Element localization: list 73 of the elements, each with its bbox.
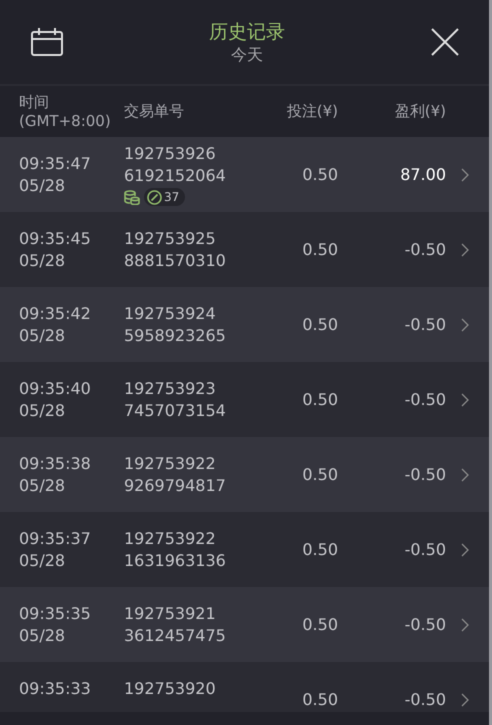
stake-amount: 0.50 (301, 615, 338, 634)
count-badge: 37 (144, 188, 186, 206)
history-row[interactable]: 09:35:38 05/28 192753922 9269794817 0.50 -0.50 (0, 437, 489, 512)
stake-amount: 0.50 (301, 465, 338, 484)
close-icon[interactable] (431, 28, 459, 56)
chevron-right-icon (461, 618, 469, 632)
stake-amount: 0.50 (301, 690, 338, 709)
order-number: 192753921 (124, 602, 217, 624)
chevron-right-icon (461, 318, 469, 332)
order-number: 192753924 (124, 302, 217, 324)
history-row[interactable]: 09:35:33 192753920 0.50 -0.50 (0, 662, 489, 712)
column-header: 交易单号 (124, 102, 185, 121)
order-number: 192753926 (124, 143, 217, 165)
time-text: 09:35:47 (19, 152, 92, 174)
date-subtitle: 今天 (231, 44, 263, 66)
stake-amount: 0.50 (301, 540, 338, 559)
time-text: 09:35:40 (19, 378, 92, 400)
profit-amount: -0.50 (404, 240, 446, 259)
order-number: 192753923 (124, 378, 217, 400)
chevron-right-icon (461, 542, 469, 556)
history-row[interactable]: 09:35:42 05/28 192753924 5958923265 0.50 -0.50 (0, 287, 489, 362)
profit-amount: -0.50 (404, 390, 446, 409)
order-number: 9269794817 (124, 474, 227, 496)
profit-amount: -0.50 (404, 465, 446, 484)
time-text: 09:35:42 (19, 302, 92, 324)
profit-amount: -0.50 (404, 690, 446, 709)
order-number: 192753920 (124, 678, 217, 700)
order-number: 8881570310 (124, 250, 227, 272)
history-row[interactable]: 09:35:40 05/28 192753923 7457073154 0.50 -0.50 (0, 362, 489, 437)
window-title: 历史记录 (209, 20, 285, 44)
column-header: 投注(¥) (286, 102, 338, 121)
date-text: 05/28 (19, 624, 66, 646)
history-row[interactable]: 09:35:35 05/28 192753921 3612457475 0.50 -0.50 (0, 587, 489, 662)
time-text: 09:35:38 (19, 452, 92, 474)
chevron-right-icon (461, 468, 469, 482)
chevron-right-icon (461, 692, 469, 706)
chevron-right-icon (461, 242, 469, 256)
profit-amount: -0.50 (404, 540, 446, 559)
date-text: 05/28 (19, 174, 66, 196)
calendar-icon[interactable] (31, 28, 63, 56)
date-text: 05/28 (19, 324, 66, 346)
coins-icon (124, 190, 140, 204)
column-header: 时间 (19, 93, 50, 112)
profit-amount: 87.00 (399, 165, 446, 184)
date-text: 05/28 (19, 550, 66, 572)
time-text: 09:35:33 (19, 678, 92, 700)
order-number: 1631963136 (124, 550, 227, 572)
order-number: 192753925 (124, 228, 217, 250)
order-number: 7457073154 (124, 400, 227, 422)
time-text: 09:35:35 (19, 602, 92, 624)
history-row[interactable]: 09:35:45 05/28 192753925 8881570310 0.50 -0.50 (0, 212, 489, 287)
chevron-right-icon (461, 392, 469, 406)
order-number: 6192152064 (124, 165, 227, 187)
order-number: 5958923265 (124, 324, 227, 346)
order-number: 192753922 (124, 528, 217, 550)
history-row[interactable]: 09:35:47 05/28 192753926 6192152064 37 0.50 87.00 (0, 137, 489, 212)
profit-amount: -0.50 (404, 615, 446, 634)
order-number: 192753922 (124, 452, 217, 474)
stake-amount: 0.50 (301, 165, 338, 184)
chevron-right-icon (461, 168, 469, 182)
order-number: 3612457475 (124, 624, 227, 646)
time-text: 09:35:37 (19, 528, 92, 550)
profit-amount: -0.50 (404, 315, 446, 334)
column-subheader: (GMT+8:00) (19, 112, 112, 130)
stake-amount: 0.50 (301, 315, 338, 334)
stake-amount: 0.50 (301, 390, 338, 409)
history-row[interactable]: 09:35:37 05/28 192753922 1631963136 0.50 -0.50 (0, 512, 489, 587)
column-header: 盈利(¥) (394, 102, 446, 121)
date-text: 05/28 (19, 474, 66, 496)
date-text: 05/28 (19, 250, 66, 272)
time-text: 09:35:45 (19, 228, 92, 250)
stake-amount: 0.50 (301, 240, 338, 259)
date-text: 05/28 (19, 400, 66, 422)
